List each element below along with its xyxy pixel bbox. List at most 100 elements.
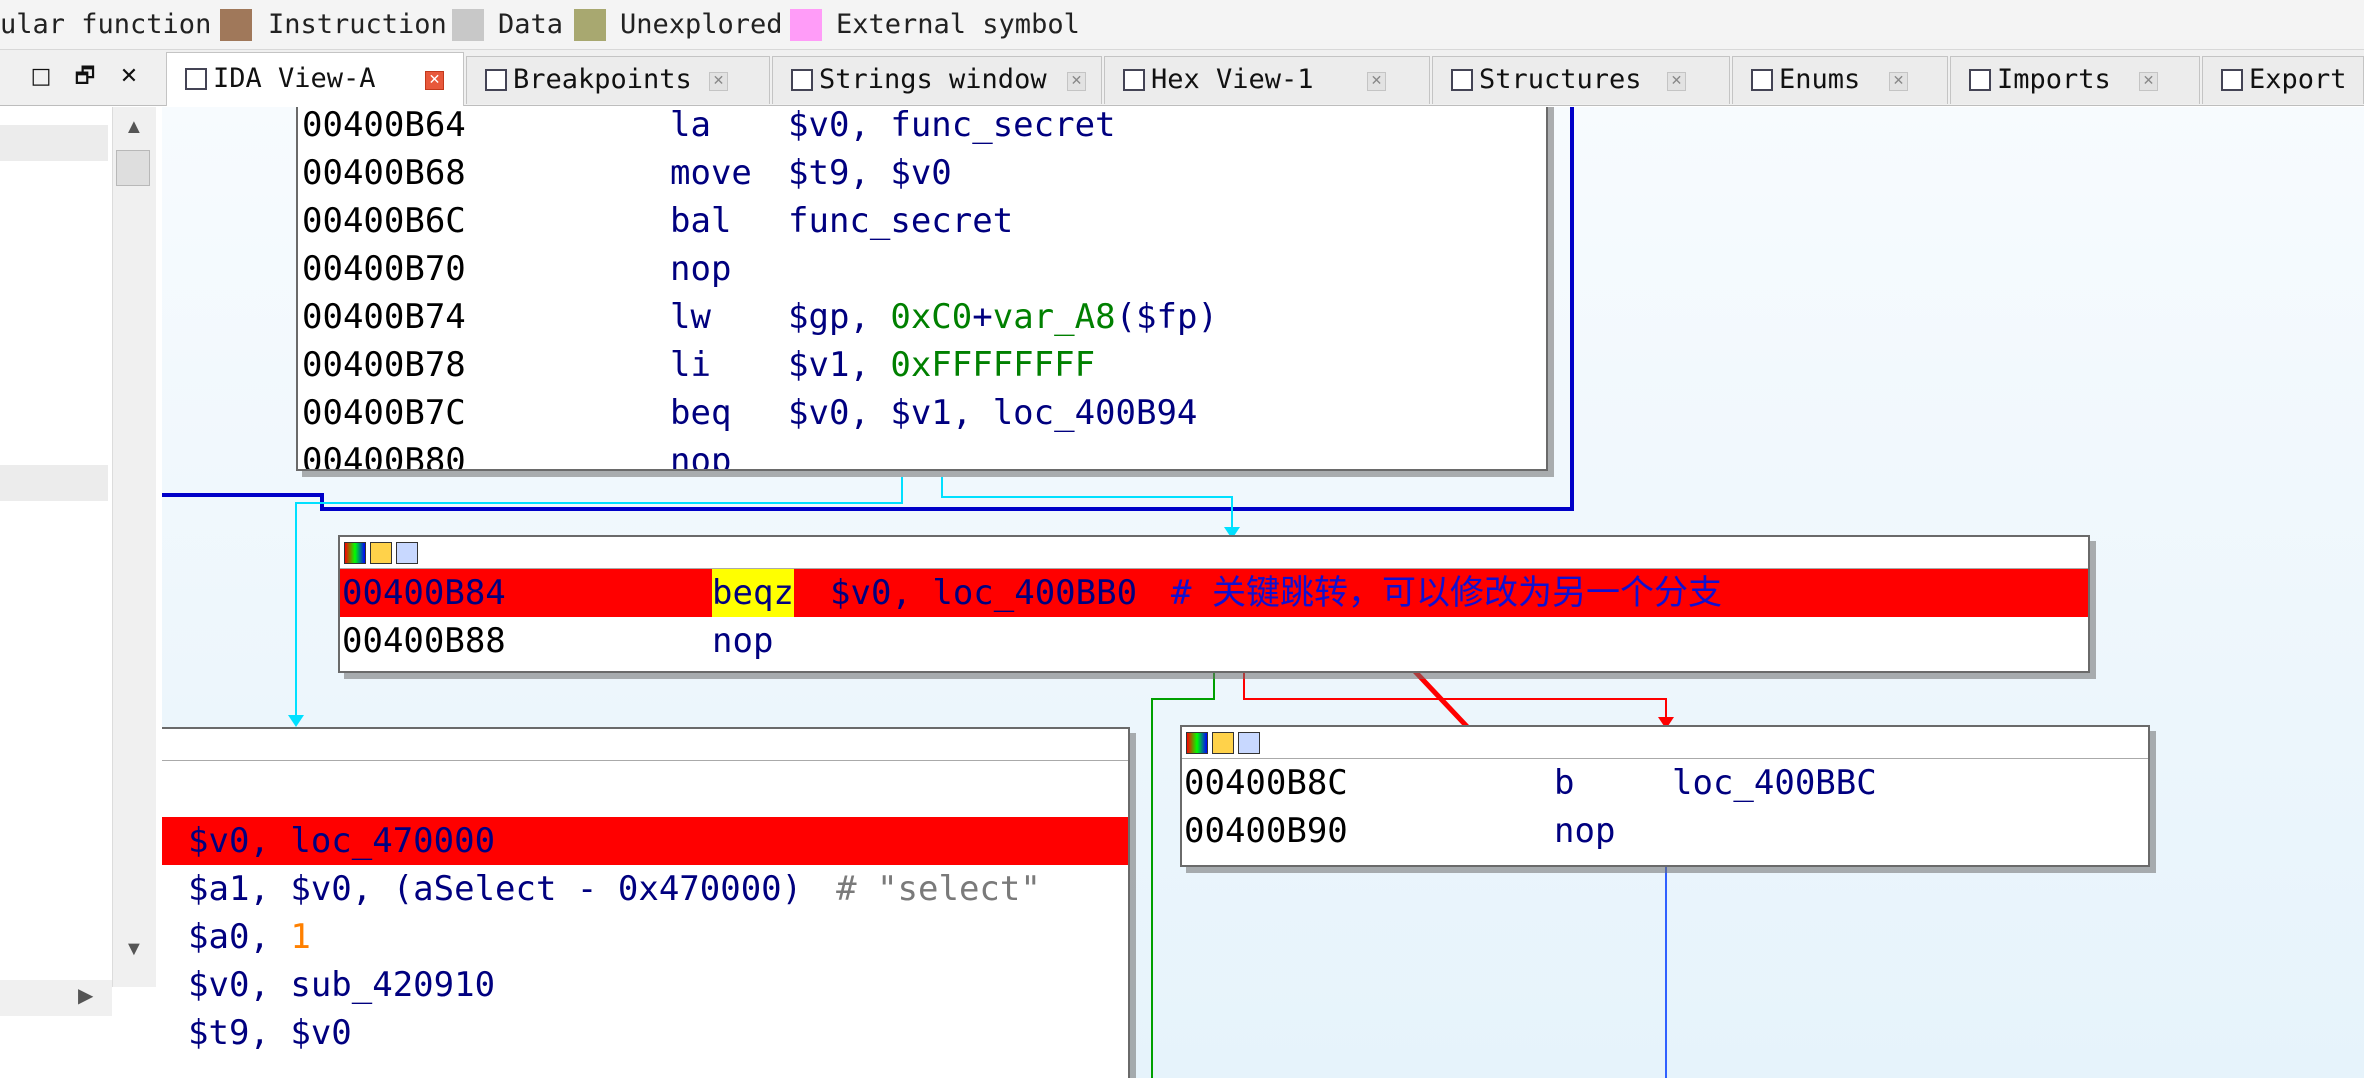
legend-data-swatch (452, 9, 484, 41)
instruction-address: 00400B90 (1184, 811, 1348, 851)
close-icon[interactable]: ✕ (709, 72, 728, 91)
list-item[interactable] (0, 125, 108, 161)
operand: $a1, $v0, (aSelect - (188, 869, 618, 909)
instruction-row[interactable]: 00400B6C bal func_secret (298, 197, 1546, 245)
tab-imports[interactable]: Imports ✕ (1950, 56, 2200, 104)
instruction-row[interactable]: 00400B68 move $t9, $v0 (298, 149, 1546, 197)
operand: $v0, sub_420910 (188, 965, 496, 1005)
tab-ida-view-a[interactable]: IDA View-A ✕ (166, 52, 464, 106)
legend-instruction-swatch (220, 9, 252, 41)
instruction-mnemonic: nop (1554, 811, 1616, 851)
code-block-left[interactable]: $v0, loc_470000 $a1, $v0, (aSelect - 0x47… (162, 727, 1130, 1078)
operand: + (972, 297, 993, 337)
tab-hex-view-1[interactable]: Hex View-1 ✕ (1104, 56, 1430, 104)
restore-pane-icon[interactable]: □ (26, 60, 56, 94)
instruction-row[interactable]: 00400B90 nop (1182, 807, 2148, 855)
color-icon[interactable] (1186, 732, 1208, 754)
instruction-row[interactable] (162, 769, 1128, 817)
legend-external-symbol: External symbol (836, 9, 1080, 40)
tab-exports[interactable]: Export (2202, 56, 2364, 104)
instruction-operands: $gp, 0xC0+var_A8($fp) (788, 293, 1218, 341)
operand: $v0, loc_400BB0 (830, 573, 1138, 613)
instruction-operands: $t9, $v0 (788, 149, 952, 197)
instruction-row[interactable]: $a1, $v0, (aSelect - 0x470000) # "select" (162, 865, 1128, 913)
code-block-branch[interactable]: 00400B84 beqz $v0, loc_400BB0 # 关键跳转，可以修改为另… (338, 535, 2090, 673)
tab-enums[interactable]: Enums ✕ (1732, 56, 1948, 104)
instruction-address: 00400B6C (302, 201, 466, 241)
instruction-operands: $v0, loc_470000 (188, 817, 495, 865)
close-icon[interactable]: ✕ (1667, 72, 1686, 91)
scroll-right-icon[interactable]: ▶ (78, 983, 93, 1008)
instruction-row[interactable]: 00400B74 lw $gp, 0xC0+var_A8($fp) (298, 293, 1546, 341)
instruction-row[interactable]: $v0, loc_470000 (162, 817, 1128, 865)
instruction-row[interactable]: 00400B78 li $v1, 0xFFFFFFFF (298, 341, 1546, 389)
instruction-row[interactable]: 00400B88 nop (340, 617, 2088, 665)
instruction-address: 00400B70 (302, 249, 466, 289)
instruction-comment: # 关键跳转，可以修改为另一个分支 (1171, 573, 1722, 613)
operand: var_A8 (992, 297, 1116, 337)
legend-data: Data (498, 9, 564, 40)
legend-external-symbol-swatch (790, 9, 822, 41)
instruction-address: 00400B88 (342, 621, 506, 661)
color-icon[interactable] (344, 542, 366, 564)
block-header (340, 537, 2088, 569)
instruction-mnemonic: beqz (712, 569, 794, 617)
float-pane-icon[interactable]: 🗗 (70, 60, 100, 94)
operand: loc_400BBC (1672, 763, 1877, 803)
list-item[interactable] (0, 465, 108, 501)
operand: 0xC0 (890, 297, 973, 337)
scroll-thumb[interactable] (116, 150, 150, 186)
horizontal-scrollbar[interactable] (0, 980, 112, 1016)
block-header (1182, 727, 2148, 759)
close-icon[interactable]: ✕ (1367, 72, 1386, 91)
hex-view-icon (1123, 69, 1145, 91)
strings-icon (791, 69, 813, 91)
tab-breakpoints[interactable]: Breakpoints ✕ (466, 56, 770, 104)
operand: $t9, $v0 (188, 1013, 352, 1053)
instruction-address: 00400B74 (302, 297, 466, 337)
operand: 0x470000 (617, 869, 782, 909)
instruction-address: 00400B68 (302, 153, 466, 193)
edit-icon[interactable] (1212, 732, 1234, 754)
instruction-address: 00400B84 (342, 573, 506, 613)
graph-view[interactable]: 00400B64 la $v0, func_secret 00400B68 move $t… (162, 107, 2364, 1078)
close-icon[interactable]: ✕ (1067, 72, 1086, 91)
legend-unexplored-swatch (574, 9, 606, 41)
instruction-operands: $v0, sub_420910 (188, 961, 495, 1009)
instruction-row[interactable]: 00400B64 la $v0, func_secret (298, 107, 1546, 149)
code-block-top[interactable]: 00400B64 la $v0, func_secret 00400B68 move $t… (296, 107, 1548, 471)
instruction-row[interactable]: 00400B80 nop (298, 437, 1546, 471)
instruction-row[interactable]: 00400B70 nop (298, 245, 1546, 293)
operand: func_secret (890, 107, 1116, 145)
tab-strings-window[interactable]: Strings window ✕ (772, 56, 1102, 104)
block-header (162, 729, 1128, 761)
operand: $v0, $v1, loc_400B94 (788, 393, 1198, 433)
edit-icon[interactable] (370, 542, 392, 564)
scroll-up-icon[interactable]: ▲ (124, 116, 144, 139)
vertical-scrollbar[interactable] (112, 107, 156, 987)
close-icon[interactable]: ✕ (1889, 72, 1908, 91)
instruction-address: 00400B8C (1184, 763, 1348, 803)
close-icon[interactable]: ✕ (425, 71, 444, 90)
operand: 1 (290, 917, 311, 957)
instruction-row[interactable]: 00400B7C beq $v0, $v1, loc_400B94 (298, 389, 1546, 437)
imports-icon (1969, 69, 1991, 91)
instruction-row[interactable]: 00400B8C b loc_400BBC (1182, 759, 2148, 807)
edge-top-to-branch (941, 477, 1233, 529)
operand: $t9, $v0 (788, 153, 952, 193)
instruction-mnemonic: move (670, 153, 752, 193)
scroll-down-icon[interactable]: ▼ (124, 938, 144, 961)
instruction-row[interactable]: 00400B84 beqz $v0, loc_400BB0 # 关键跳转，可以修改为另… (340, 569, 2088, 617)
close-icon[interactable]: ✕ (2139, 72, 2158, 91)
exports-icon (2221, 69, 2243, 91)
instruction-row[interactable]: $t9, $v0 (162, 1009, 1128, 1057)
instruction-row[interactable]: $v0, sub_420910 (162, 961, 1128, 1009)
tab-structures[interactable]: Structures ✕ (1432, 56, 1730, 104)
code-block-right[interactable]: 00400B8C b loc_400BBC 00400B90 nop (1180, 725, 2150, 867)
graph-icon[interactable] (396, 542, 418, 564)
instruction-row[interactable]: $a0, 1 (162, 913, 1128, 961)
instruction-address: 00400B80 (302, 441, 466, 471)
instruction-operands: $a1, $v0, (aSelect - 0x470000) # "select" (188, 865, 1041, 913)
close-pane-icon[interactable]: ✕ (114, 60, 144, 94)
graph-icon[interactable] (1238, 732, 1260, 754)
